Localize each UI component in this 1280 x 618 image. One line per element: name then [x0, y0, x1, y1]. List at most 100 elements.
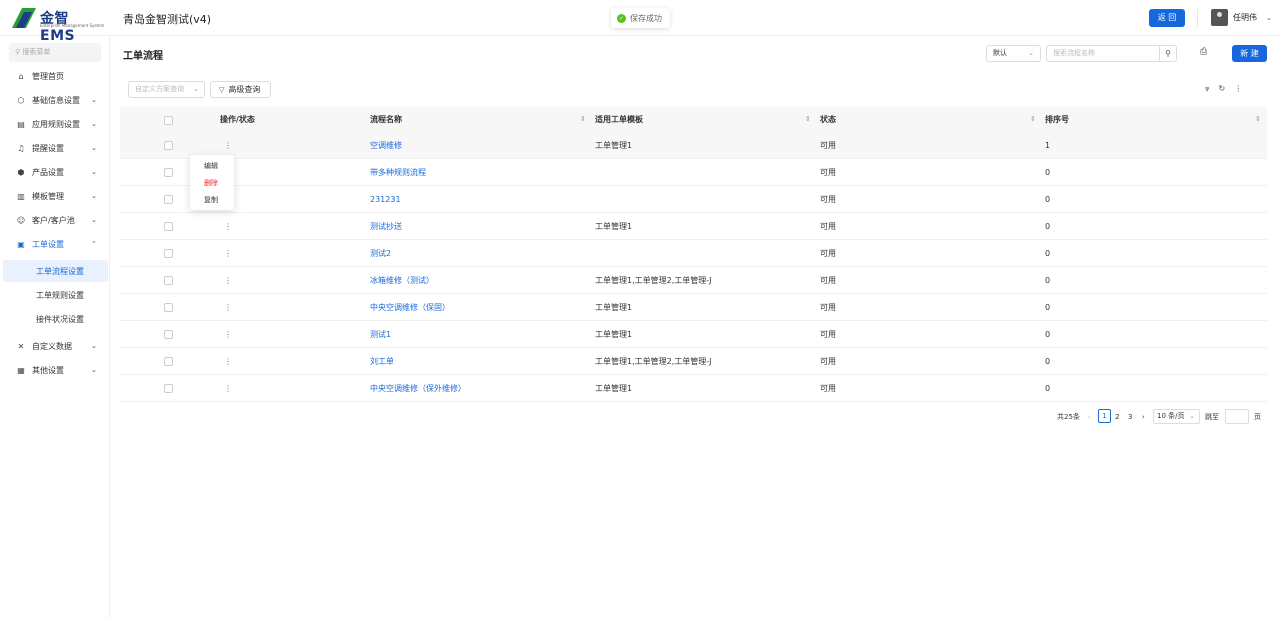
collapse-icon[interactable]: ⩔: [1205, 84, 1210, 94]
user-name: 任明伟: [1233, 13, 1257, 22]
row-checkbox[interactable]: [164, 303, 173, 312]
template-cell: 工单管理1,工单管理2,工单管理-J: [595, 276, 712, 285]
column-header-order[interactable]: 排序号: [1045, 107, 1069, 132]
table-row[interactable]: ⋮ 测试抄送 工单管理1 可用 0: [120, 213, 1267, 240]
process-name-link[interactable]: 中央空调维修（保外维修）: [370, 375, 466, 402]
select-all-checkbox[interactable]: [164, 116, 173, 125]
sidebar-item-custom-data[interactable]: ✕ 自定义数据 ⌄: [0, 335, 110, 357]
row-checkbox[interactable]: [164, 330, 173, 339]
refresh-icon[interactable]: ↻: [1219, 84, 1226, 94]
column-header-template[interactable]: 适用工单模板: [595, 107, 643, 132]
chevron-down-icon: ⌄: [1189, 412, 1195, 420]
table-header: 操作/状态 流程名称 ⇕ 适用工单模板 ⇕ 状态 ⇕ 排序号 ⇕: [120, 107, 1267, 132]
process-name-link[interactable]: 冰箱维修（测试）: [370, 267, 434, 294]
user-menu[interactable]: 任明伟 ⌄: [1211, 9, 1272, 26]
process-name-link[interactable]: 中央空调维修（保固）: [370, 294, 450, 321]
sidebar-item-label: 提醒设置: [32, 143, 64, 153]
table-row[interactable]: ⋮ 中央空调维修（保固） 工单管理1 可用 0: [120, 294, 1267, 321]
column-header-status[interactable]: 状态: [820, 107, 836, 132]
sidebar-subitem-receipt-status[interactable]: 接件状况设置: [3, 308, 108, 330]
header-divider: [1197, 9, 1198, 27]
table-row[interactable]: 带多种规则流程 可用 0: [120, 159, 1267, 186]
table-row[interactable]: ⋮ 测试2 可用 0: [120, 240, 1267, 267]
prev-page-icon[interactable]: ‹: [1088, 409, 1091, 425]
sidebar-item-app-rules[interactable]: ▤ 应用规则设置 ⌄: [0, 113, 110, 135]
sidebar-item-products[interactable]: ⬢ 产品设置 ⌄: [0, 161, 110, 183]
table-row[interactable]: ⋮ 刘工单 工单管理1,工单管理2,工单管理-J 可用 0: [120, 348, 1267, 375]
sidebar-item-workorder[interactable]: ▣ 工单设置 ⌃: [0, 233, 110, 255]
row-checkbox[interactable]: [164, 168, 173, 177]
row-checkbox[interactable]: [164, 276, 173, 285]
chevron-down-icon[interactable]: ⌄: [1266, 14, 1272, 22]
row-checkbox[interactable]: [164, 141, 173, 150]
sort-icon[interactable]: ⇕: [805, 107, 811, 132]
page-button-current[interactable]: 1: [1098, 409, 1111, 423]
chevron-down-icon: ⌄: [193, 85, 199, 93]
tools-icon: ✕: [17, 341, 25, 351]
sidebar-item-other[interactable]: ▦ 其他设置 ⌄: [0, 359, 110, 381]
column-header-name[interactable]: 流程名称: [370, 107, 402, 132]
process-name-link[interactable]: 空调维修: [370, 132, 402, 159]
page-size-select[interactable]: 10 条/页 ⌄: [1153, 409, 1200, 424]
sidebar-item-customers[interactable]: ☺ 客户/客户池 ⌄: [0, 209, 110, 231]
row-checkbox[interactable]: [164, 357, 173, 366]
custom-query-placeholder: 自定义方案查询: [135, 85, 184, 93]
row-checkbox[interactable]: [164, 195, 173, 204]
sidebar-item-templates[interactable]: ▥ 模板管理 ⌄: [0, 185, 110, 207]
more-actions-icon[interactable]: ⋮: [224, 375, 232, 402]
order-cell: 0: [1045, 303, 1051, 312]
row-checkbox[interactable]: [164, 222, 173, 231]
search-icon[interactable]: ⚲: [1159, 46, 1176, 61]
next-page-icon[interactable]: ›: [1142, 409, 1145, 425]
table-row[interactable]: ⋮ 测试1 工单管理1 可用 0: [120, 321, 1267, 348]
table-row[interactable]: ⋮ 空调维修 工单管理1 可用 1: [120, 132, 1267, 159]
process-search-input[interactable]: 搜索流程名称 ⚲: [1046, 45, 1177, 62]
sort-icon[interactable]: ⇕: [1030, 107, 1036, 132]
sort-icon[interactable]: ⇕: [580, 107, 586, 132]
process-name-link[interactable]: 测试2: [370, 240, 391, 267]
menu-search-input[interactable]: ⚲ 搜索菜单: [9, 43, 101, 62]
table-row[interactable]: ⋮ 中央空调维修（保外维修） 工单管理1 可用 0: [120, 375, 1267, 402]
row-checkbox[interactable]: [164, 384, 173, 393]
sidebar-subitem-rules[interactable]: 工单规则设置: [3, 284, 108, 306]
order-cell: 0: [1045, 222, 1051, 231]
print-icon[interactable]: ⎙: [1200, 47, 1207, 57]
jump-page-input[interactable]: [1225, 409, 1249, 424]
more-vertical-icon[interactable]: ⋮: [1234, 84, 1242, 94]
custom-query-select[interactable]: 自定义方案查询 ⌄: [128, 81, 205, 98]
process-name-link[interactable]: 测试1: [370, 321, 391, 348]
back-button[interactable]: 返 回: [1149, 9, 1185, 27]
more-actions-icon[interactable]: ⋮: [224, 213, 232, 240]
sidebar-item-label: 产品设置: [32, 167, 64, 177]
more-actions-icon[interactable]: ⋮: [224, 240, 232, 267]
process-name-link[interactable]: 测试抄送: [370, 213, 402, 240]
sidebar-item-basic-info[interactable]: ⬡ 基础信息设置 ⌄: [0, 89, 110, 111]
delete-menu-item[interactable]: 删除: [204, 178, 218, 188]
avatar[interactable]: [1211, 9, 1228, 26]
app-logo[interactable]: 金智 EMS Enterprise Management System: [12, 8, 105, 44]
process-name-link[interactable]: 刘工单: [370, 348, 394, 375]
process-name-link[interactable]: 带多种规则流程: [370, 159, 426, 186]
page-button[interactable]: 3: [1128, 409, 1132, 425]
users-icon: ☺: [16, 215, 26, 225]
new-button[interactable]: 新 建: [1232, 45, 1267, 62]
edit-menu-item[interactable]: 编辑: [204, 161, 218, 171]
more-actions-icon[interactable]: ⋮: [224, 294, 232, 321]
order-cell: 0: [1045, 330, 1051, 339]
page-button[interactable]: 2: [1115, 409, 1119, 425]
view-select[interactable]: 默认 ⌄: [986, 45, 1041, 62]
sidebar-item-home[interactable]: ⌂ 管理首页: [0, 65, 110, 87]
sidebar-subitem-workflow[interactable]: 工单流程设置: [3, 260, 108, 282]
sort-icon[interactable]: ⇕: [1255, 107, 1261, 132]
process-name-link[interactable]: 231231: [370, 186, 401, 213]
table-row[interactable]: 231231 可用 0: [120, 186, 1267, 213]
table-row[interactable]: ⋮ 冰箱维修（测试） 工单管理1,工单管理2,工单管理-J 可用 0: [120, 267, 1267, 294]
row-checkbox[interactable]: [164, 249, 173, 258]
advanced-query-button[interactable]: ▽ 高级查询: [210, 81, 271, 98]
more-actions-icon[interactable]: ⋮: [224, 348, 232, 375]
more-actions-icon[interactable]: ⋮: [224, 321, 232, 348]
sidebar-item-reminders[interactable]: ♫ 提醒设置 ⌄: [0, 137, 110, 159]
more-actions-icon[interactable]: ⋮: [224, 267, 232, 294]
logo-subtitle: Enterprise Management System: [40, 23, 105, 28]
copy-menu-item[interactable]: 复制: [204, 195, 218, 205]
